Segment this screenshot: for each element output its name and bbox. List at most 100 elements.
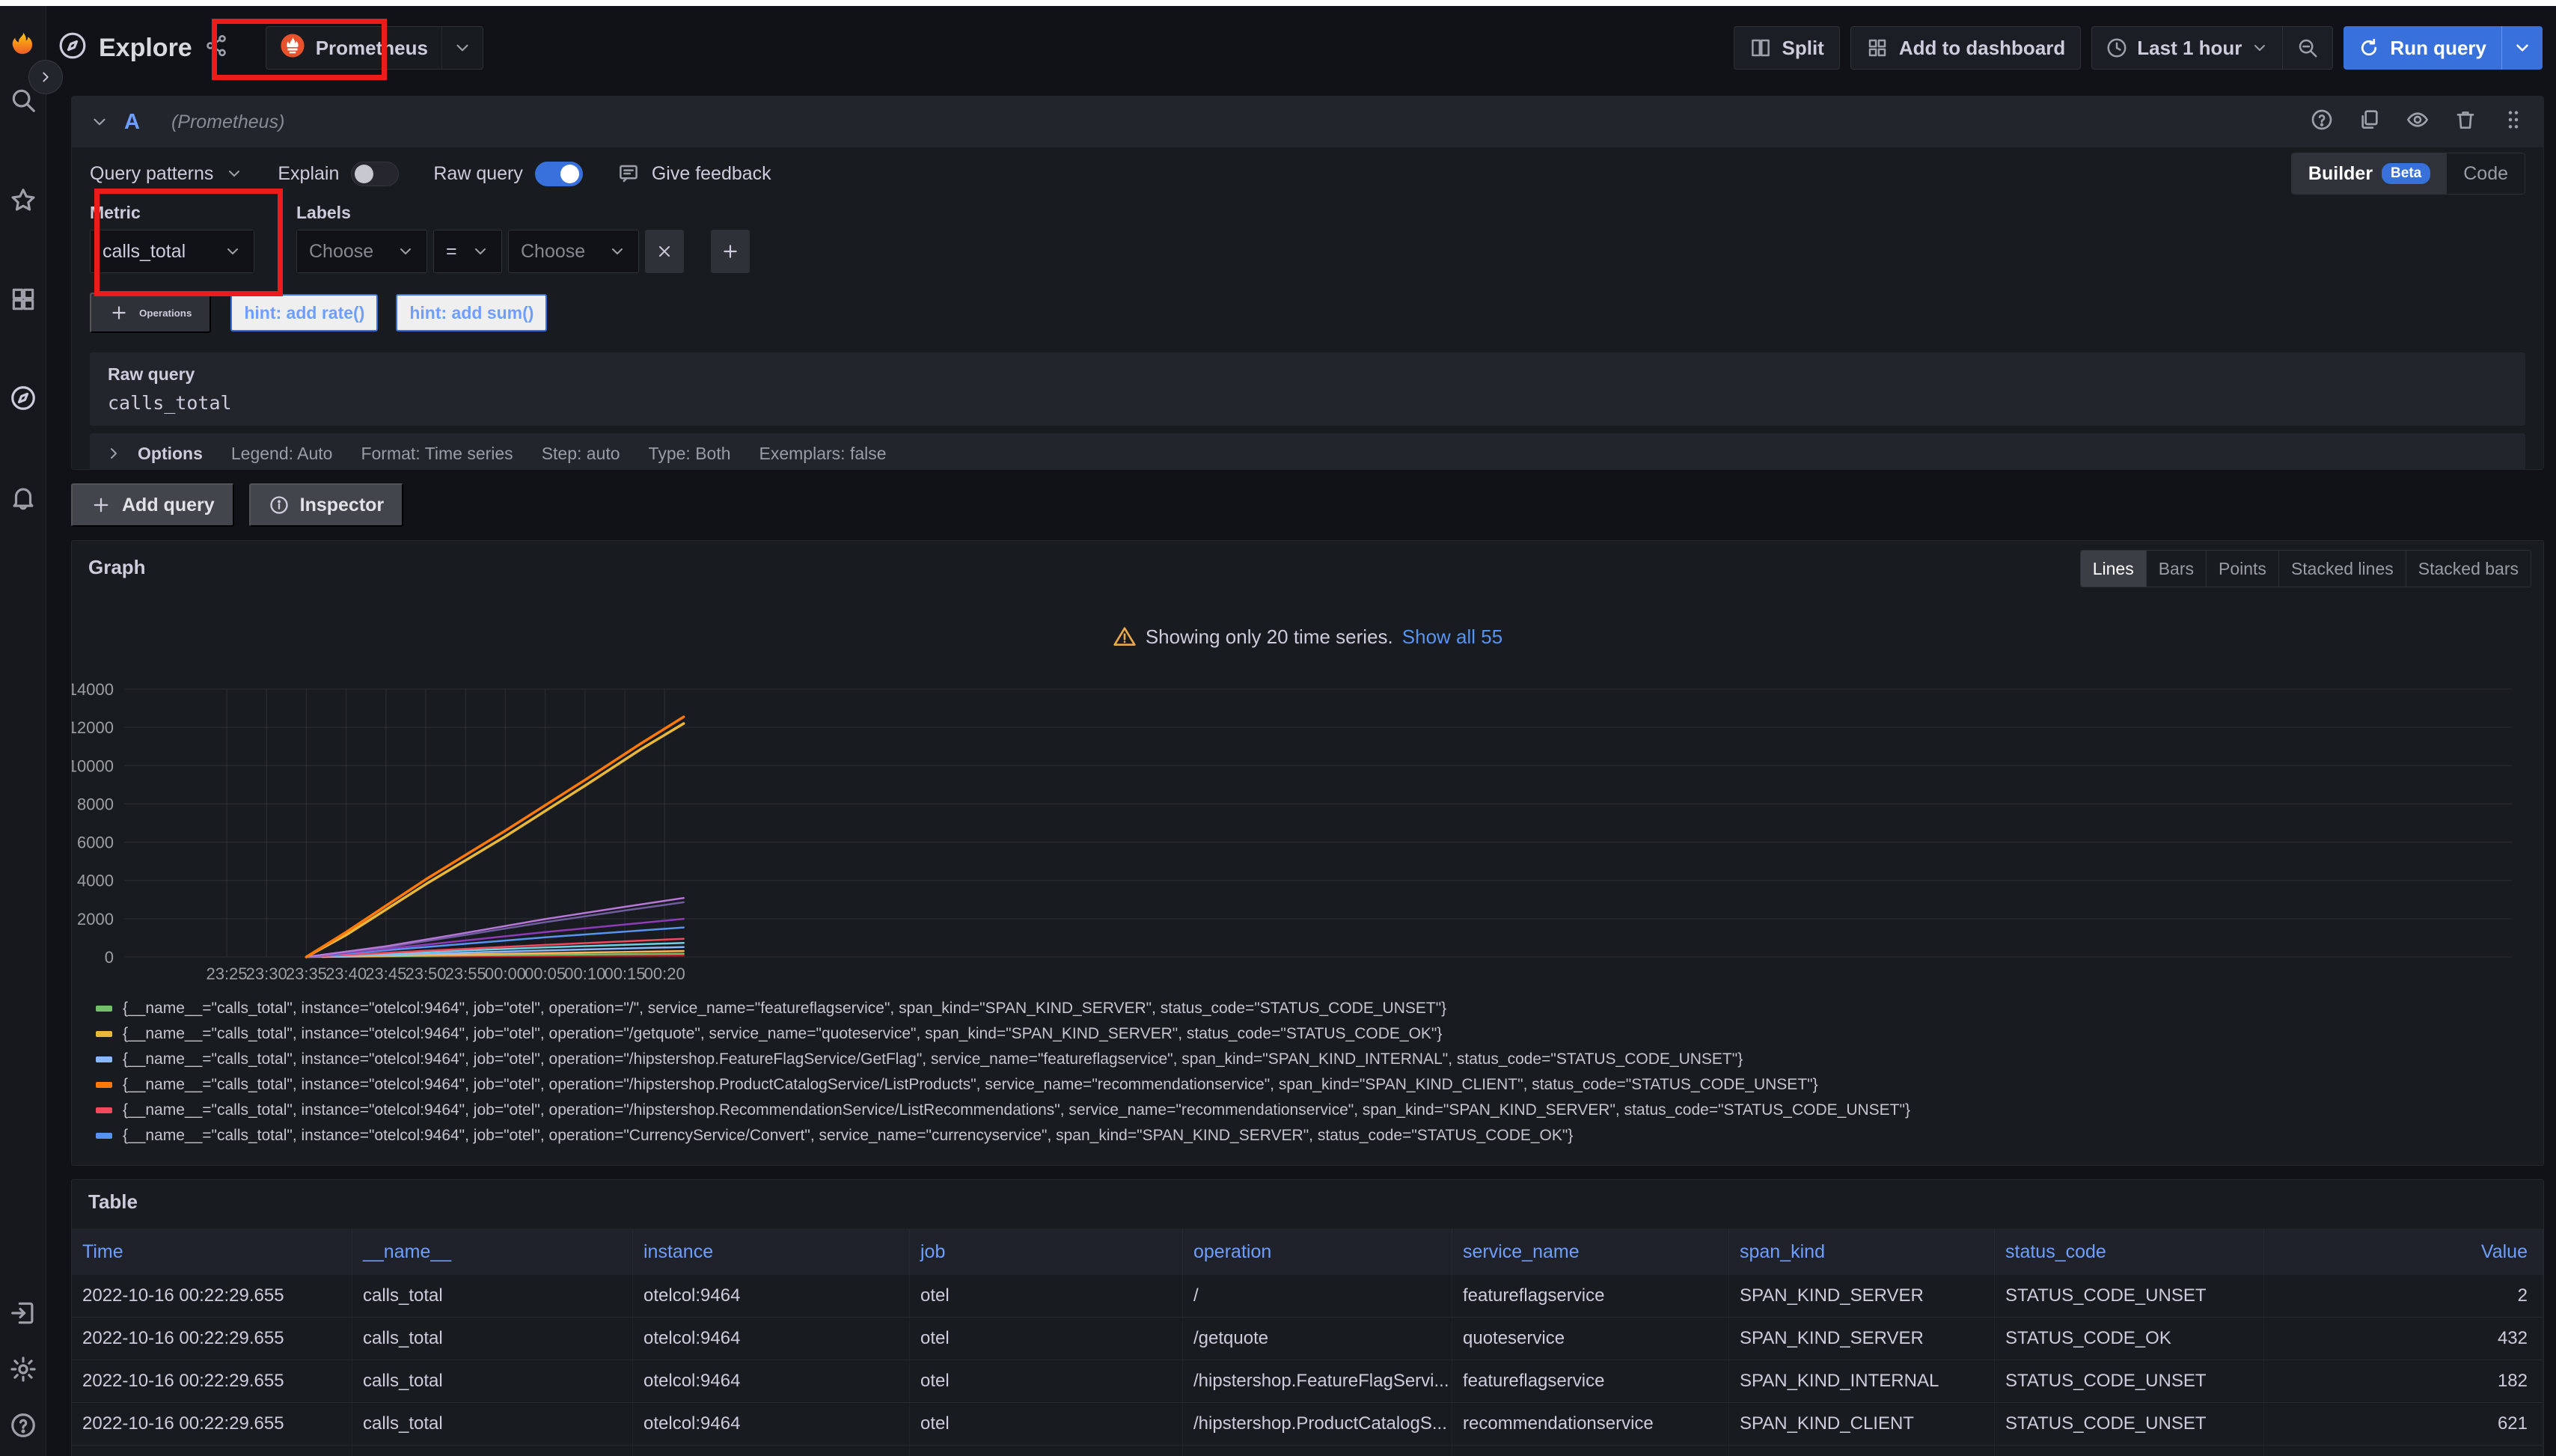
- grafana-explore-page: Explore Prometheus Split: [0, 0, 2556, 1456]
- collapse-chevron-icon[interactable]: [90, 112, 109, 132]
- legend-item[interactable]: {__name__="calls_total", instance="otelc…: [96, 1021, 2528, 1047]
- warning-text: Showing only 20 time series.: [1146, 625, 1393, 649]
- operations-button[interactable]: Operations: [90, 293, 211, 333]
- builder-tab[interactable]: Builder Beta: [2292, 153, 2447, 194]
- alerting-bell-icon[interactable]: [7, 481, 40, 514]
- legend-item[interactable]: {__name__="calls_total", instance="otelc…: [96, 1047, 2528, 1072]
- add-query-button[interactable]: Add query: [71, 483, 234, 527]
- column-header-span-kind[interactable]: span_kind: [1729, 1229, 1995, 1275]
- column-header-service-name[interactable]: service_name: [1452, 1229, 1729, 1275]
- table-cell: 182: [2264, 1360, 2543, 1402]
- legend-item[interactable]: {__name__="calls_total", instance="otelc…: [96, 1072, 2528, 1098]
- table-cell: otel: [910, 1403, 1183, 1445]
- explore-compass-icon[interactable]: [7, 382, 40, 415]
- show-all-series-link[interactable]: Show all 55: [1402, 625, 1502, 649]
- datasource-caret: [441, 27, 483, 69]
- column-header--name-[interactable]: __name__: [352, 1229, 633, 1275]
- svg-text:23:50: 23:50: [405, 964, 446, 983]
- explain-toggle[interactable]: [351, 162, 399, 186]
- sign-in-icon[interactable]: [7, 1297, 40, 1330]
- legend-item[interactable]: {__name__="calls_total", instance="otelc…: [96, 1098, 2528, 1123]
- table-cell: calls_total: [352, 1403, 633, 1445]
- hide-query-eye-icon[interactable]: [2406, 108, 2430, 137]
- query-options-row[interactable]: Options Legend: AutoFormat: Time seriesS…: [90, 433, 2525, 470]
- code-tab[interactable]: Code: [2447, 153, 2525, 194]
- time-range-picker[interactable]: Last 1 hour: [2092, 27, 2282, 69]
- query-hint-button-1[interactable]: hint: add sum(): [396, 294, 547, 331]
- legend-label: {__name__="calls_total", instance="otelc…: [123, 1000, 1446, 1018]
- legend-swatch: [96, 1082, 112, 1088]
- column-header-operation[interactable]: operation: [1183, 1229, 1452, 1275]
- table-cell: 2022-10-16 00:22:29.655: [72, 1318, 352, 1359]
- duplicate-query-icon[interactable]: [2358, 108, 2382, 137]
- legend-item[interactable]: {__name__="calls_total", instance="otelc…: [96, 996, 2528, 1021]
- graph-mode-bars[interactable]: Bars: [2146, 551, 2206, 587]
- split-button[interactable]: Split: [1734, 26, 1840, 70]
- graph-mode-lines[interactable]: Lines: [2081, 551, 2146, 587]
- starred-icon[interactable]: [7, 184, 40, 217]
- raw-query-toggle[interactable]: [535, 162, 583, 186]
- query-ref-id: A: [124, 110, 140, 135]
- time-series-chart[interactable]: 0200040006000800010000120001400023:2523:…: [72, 677, 2543, 991]
- table-cell: STATUS_CODE_OK: [1995, 1318, 2264, 1359]
- table-cell: otel: [910, 1318, 1183, 1359]
- table-cell: STATUS_CODE_UNSET: [1995, 1403, 2264, 1445]
- drag-handle-icon[interactable]: [2501, 108, 2525, 137]
- legend-label: {__name__="calls_total", instance="otelc…: [123, 1025, 1442, 1043]
- column-header-job[interactable]: job: [910, 1229, 1183, 1275]
- dashboards-icon[interactable]: [7, 283, 40, 316]
- graph-mode-stacked-bars[interactable]: Stacked bars: [2406, 551, 2531, 587]
- query-row-header[interactable]: A (Prometheus): [72, 97, 2543, 147]
- table-cell: calls_total: [352, 1275, 633, 1317]
- add-label-filter-button[interactable]: [711, 230, 750, 273]
- table-cell: SPAN_KIND_SERVER: [1729, 1275, 1995, 1317]
- graph-mode-points[interactable]: Points: [2206, 551, 2278, 587]
- delete-query-trash-icon[interactable]: [2453, 108, 2477, 137]
- run-query-caret[interactable]: [2501, 26, 2543, 70]
- option-item: Type: Both: [649, 444, 731, 464]
- table-cell: /hipstershop.ProductCatalogS...: [1183, 1403, 1452, 1445]
- graph-mode-stacked-lines[interactable]: Stacked lines: [2278, 551, 2406, 587]
- table-row: 2022-10-16 00:22:29.655calls_totalotelco…: [72, 1446, 2543, 1456]
- label-value-select[interactable]: Choose: [508, 230, 639, 273]
- zoom-out-time-button[interactable]: [2282, 27, 2332, 69]
- settings-gear-icon[interactable]: [7, 1353, 40, 1386]
- query-editor-panel: A (Prometheus) Query patterns Explain: [71, 96, 2544, 470]
- column-header-instance[interactable]: instance: [633, 1229, 910, 1275]
- metric-label: Metric: [90, 203, 254, 223]
- metric-select[interactable]: calls_total: [90, 230, 254, 273]
- svg-text:4000: 4000: [77, 872, 114, 890]
- query-help-icon[interactable]: [2310, 108, 2334, 137]
- table-cell: calls_total: [352, 1318, 633, 1359]
- table-cell: otel: [910, 1446, 1183, 1456]
- grafana-logo[interactable]: [7, 28, 40, 61]
- column-header-value[interactable]: Value: [2264, 1229, 2543, 1275]
- option-item: Exemplars: false: [759, 444, 887, 464]
- remove-label-filter-button[interactable]: [645, 230, 684, 273]
- builder-code-switch: Builder Beta Code: [2291, 153, 2525, 195]
- svg-text:00:20: 00:20: [644, 964, 685, 983]
- query-patterns-dropdown[interactable]: Query patterns: [90, 163, 243, 185]
- label-operator-select[interactable]: =: [433, 230, 502, 273]
- labels-label: Labels: [296, 203, 750, 223]
- table-cell: 2: [2264, 1275, 2543, 1317]
- time-picker-group: Last 1 hour: [2091, 26, 2333, 70]
- share-icon[interactable]: [204, 34, 228, 63]
- query-hint-button-0[interactable]: hint: add rate(): [230, 294, 378, 331]
- legend-item[interactable]: {__name__="calls_total", instance="otelc…: [96, 1123, 2528, 1148]
- give-feedback-link[interactable]: Give feedback: [617, 162, 771, 185]
- help-icon[interactable]: [7, 1409, 40, 1442]
- query-datasource-hint: (Prometheus): [171, 111, 284, 133]
- column-header-time[interactable]: Time: [72, 1229, 352, 1275]
- run-query-button[interactable]: Run query: [2343, 26, 2543, 70]
- sidebar-expand-button[interactable]: [28, 60, 63, 94]
- table-cell: quoteservice: [1452, 1318, 1729, 1359]
- label-key-select[interactable]: Choose: [296, 230, 427, 273]
- inspector-button[interactable]: Inspector: [249, 483, 404, 527]
- add-to-dashboard-button[interactable]: Add to dashboard: [1850, 26, 2081, 70]
- column-header-status-code[interactable]: status_code: [1995, 1229, 2264, 1275]
- table-cell: otelcol:9464: [633, 1275, 910, 1317]
- option-item: Format: Time series: [361, 444, 513, 464]
- svg-text:8000: 8000: [77, 795, 114, 813]
- datasource-picker[interactable]: Prometheus: [266, 26, 483, 70]
